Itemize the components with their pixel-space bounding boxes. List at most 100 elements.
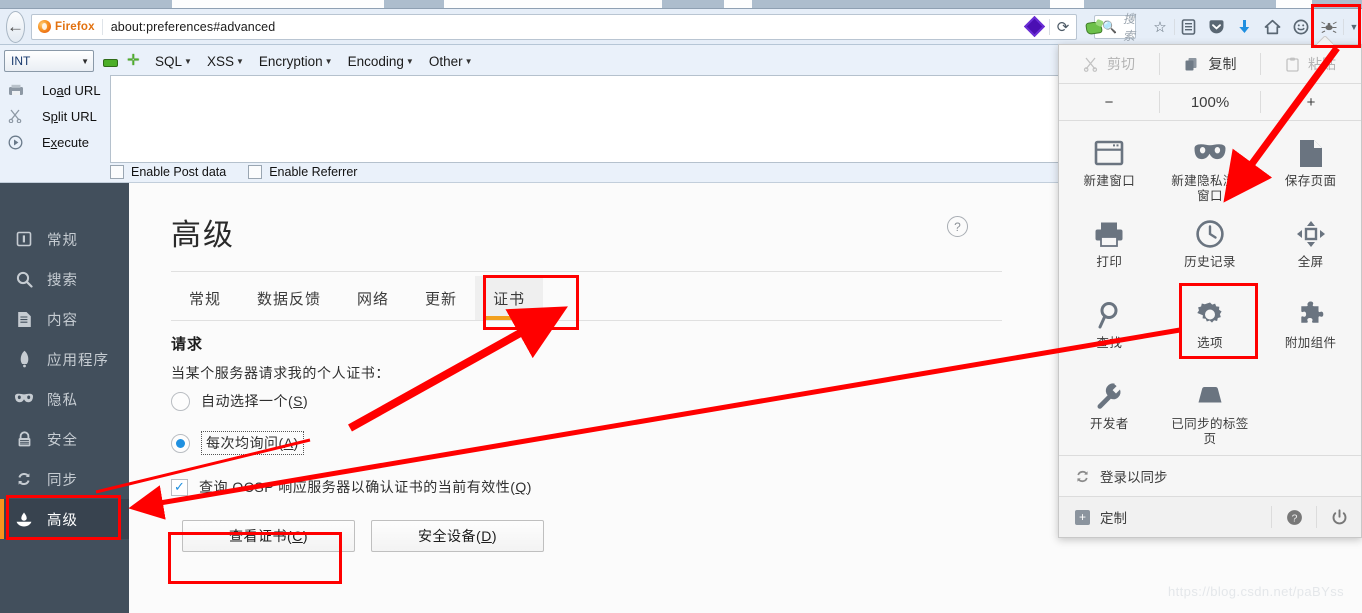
help-question-icon[interactable]: ? <box>947 216 968 237</box>
hackbar-menu-xss[interactable]: XSS ▼ <box>207 54 244 69</box>
panel-item-save-page[interactable]: 保存页面 <box>1260 127 1361 208</box>
pocket-icon[interactable] <box>1203 14 1231 40</box>
cut-button[interactable]: 剪切 <box>1059 54 1159 74</box>
sidebar-item-advanced[interactable]: 高级 <box>0 499 129 539</box>
reader-list-icon[interactable] <box>1175 14 1203 40</box>
zoom-level-value: 100% <box>1190 93 1230 111</box>
tab-update[interactable]: 更新 <box>407 276 475 320</box>
ocsp-checkbox[interactable]: ✓ 查询 OCSP 响应服务器以确认证书的当前有效性(Q) <box>171 477 532 497</box>
sync-icon <box>14 471 34 487</box>
hackbar-menu-sql[interactable]: SQL ▼ <box>155 54 192 69</box>
power-icon[interactable] <box>1317 508 1361 526</box>
sidebar-item-privacy[interactable]: 隐私 <box>0 379 129 419</box>
help-circle-icon[interactable]: ? <box>1272 509 1316 526</box>
panel-item-synced-tabs[interactable]: 已同步的标签页 <box>1160 370 1261 451</box>
panel-item-new-window[interactable]: 新建窗口 <box>1059 127 1160 208</box>
tab-label: 网络 <box>357 290 390 308</box>
load-url-icon <box>8 84 30 97</box>
enable-post-data-checkbox[interactable]: Enable Post data <box>110 165 226 179</box>
tab-general[interactable]: 常规 <box>171 276 239 320</box>
sidebar-item-label: 内容 <box>47 312 78 329</box>
paste-label: 粘贴 <box>1308 56 1336 72</box>
section-description: 当某个服务器请求我的个人证书： <box>171 365 390 381</box>
sign-in-to-sync-button[interactable]: 登录以同步 <box>1059 455 1361 497</box>
view-certificates-button[interactable]: 查看证书(C) <box>182 520 355 552</box>
sidebar-item-security[interactable]: 安全 <box>0 419 129 459</box>
tab-placeholder-1[interactable] <box>172 0 384 8</box>
tab-network[interactable]: 网络 <box>339 276 407 320</box>
execute-label: Execute <box>42 134 89 150</box>
sidebar-item-search[interactable]: 搜索 <box>0 259 129 299</box>
sidebar-item-content[interactable]: 内容 <box>0 299 129 339</box>
minus-icon: − <box>1104 93 1114 111</box>
panel-item-find[interactable]: 查找 <box>1059 289 1160 370</box>
smiley-icon[interactable] <box>1287 14 1315 40</box>
enable-referrer-checkbox[interactable]: Enable Referrer <box>248 165 357 179</box>
chevron-down-icon[interactable]: ▼ <box>1344 14 1362 40</box>
radio-select-one-automatically[interactable]: 自动选择一个(S) <box>171 391 308 411</box>
tab-placeholder-5[interactable] <box>1276 0 1312 8</box>
url-bar[interactable]: Firefox about:preferences#advanced ⟳ <box>31 13 1077 40</box>
encoding-select[interactable]: INT ▼ <box>4 50 94 72</box>
privacy-mask-icon <box>14 393 34 405</box>
hackbar-menu-encoding[interactable]: Encoding ▼ <box>348 54 414 69</box>
zoom-in-button[interactable]: + <box>1261 94 1361 111</box>
reload-icon[interactable]: ⟳ <box>1050 18 1076 36</box>
tab-certificates[interactable]: 证书 <box>475 276 544 320</box>
checkbox-checked: ✓ <box>171 478 188 496</box>
back-arrow-icon[interactable]: ← <box>6 10 25 43</box>
download-icon[interactable] <box>1231 14 1259 40</box>
star-icon[interactable]: ☆ <box>1146 14 1174 40</box>
checkbox-box <box>110 165 124 179</box>
preferences-sidebar: 常规 搜索 内容 应用程序 隐私 安全 同步 高级 <box>0 183 129 613</box>
panel-item-history[interactable]: 历史记录 <box>1160 208 1261 289</box>
extension-diamond-icon[interactable] <box>1023 15 1046 38</box>
security-devices-button[interactable]: 安全设备(D) <box>371 520 544 552</box>
url-text[interactable]: about:preferences#advanced <box>103 20 276 34</box>
menu-label: XSS <box>206 53 234 69</box>
panel-item-developer[interactable]: 开发者 <box>1059 370 1160 451</box>
minus-icon[interactable] <box>103 59 118 67</box>
panel-item-new-private-window[interactable]: 新建隐私浏览窗口 <box>1160 127 1261 208</box>
tab-placeholder-3[interactable] <box>724 0 752 8</box>
chevron-down-icon: ▼ <box>464 56 473 66</box>
tab-label: 更新 <box>425 290 458 308</box>
plus-icon[interactable]: ✛ <box>127 53 140 68</box>
load-url-button[interactable]: Load URL <box>4 77 101 103</box>
radio-ask-every-time[interactable]: 每次均询问(A) <box>171 431 304 455</box>
home-icon[interactable] <box>1259 14 1287 40</box>
search-placeholder: 搜索 <box>1122 11 1135 43</box>
hackbar-action-list: Load URL Split URL Execute <box>4 77 101 155</box>
tab-placeholder-2[interactable] <box>444 0 662 8</box>
sidebar-item-sync[interactable]: 同步 <box>0 459 129 499</box>
zoom-level-label[interactable]: 100% <box>1160 94 1260 111</box>
hackbar-menu-other[interactable]: Other ▼ <box>429 54 473 69</box>
printer-icon <box>1094 219 1124 249</box>
panel-item-label: 全屏 <box>1297 255 1324 269</box>
private-mask-icon <box>1193 138 1227 168</box>
tab-data-choices[interactable]: 数据反馈 <box>239 276 339 320</box>
menu-label: Encoding <box>347 53 404 69</box>
panel-item-addons[interactable]: 附加组件 <box>1260 289 1361 370</box>
paste-button[interactable]: 粘贴 <box>1261 54 1361 74</box>
panel-item-fullscreen[interactable]: 全屏 <box>1260 208 1361 289</box>
panel-footer: + 定制 ? <box>1059 497 1361 537</box>
find-magnifier-icon <box>1096 300 1122 330</box>
sidebar-item-label: 搜索 <box>47 272 78 289</box>
zoom-out-button[interactable]: − <box>1059 94 1159 111</box>
execute-button[interactable]: Execute <box>4 129 101 155</box>
sidebar-item-applications[interactable]: 应用程序 <box>0 339 129 379</box>
panel-item-label: 打印 <box>1096 255 1123 269</box>
panel-item-options[interactable]: 选项 <box>1160 289 1261 370</box>
navigation-toolbar: ← Firefox about:preferences#advanced ⟳ 🔍… <box>0 9 1362 45</box>
sidebar-item-general[interactable]: 常规 <box>0 219 129 259</box>
scissors-icon <box>1083 57 1098 72</box>
tab-placeholder-4[interactable] <box>1050 0 1084 8</box>
split-url-button[interactable]: Split URL <box>4 103 101 129</box>
copy-button[interactable]: 复制 <box>1160 54 1260 74</box>
panel-item-label: 选项 <box>1197 336 1223 350</box>
browser-tab-strip[interactable] <box>0 0 1362 9</box>
fullscreen-icon <box>1296 219 1325 249</box>
panel-item-print[interactable]: 打印 <box>1059 208 1160 289</box>
hackbar-menu-encryption[interactable]: Encryption ▼ <box>259 54 333 69</box>
